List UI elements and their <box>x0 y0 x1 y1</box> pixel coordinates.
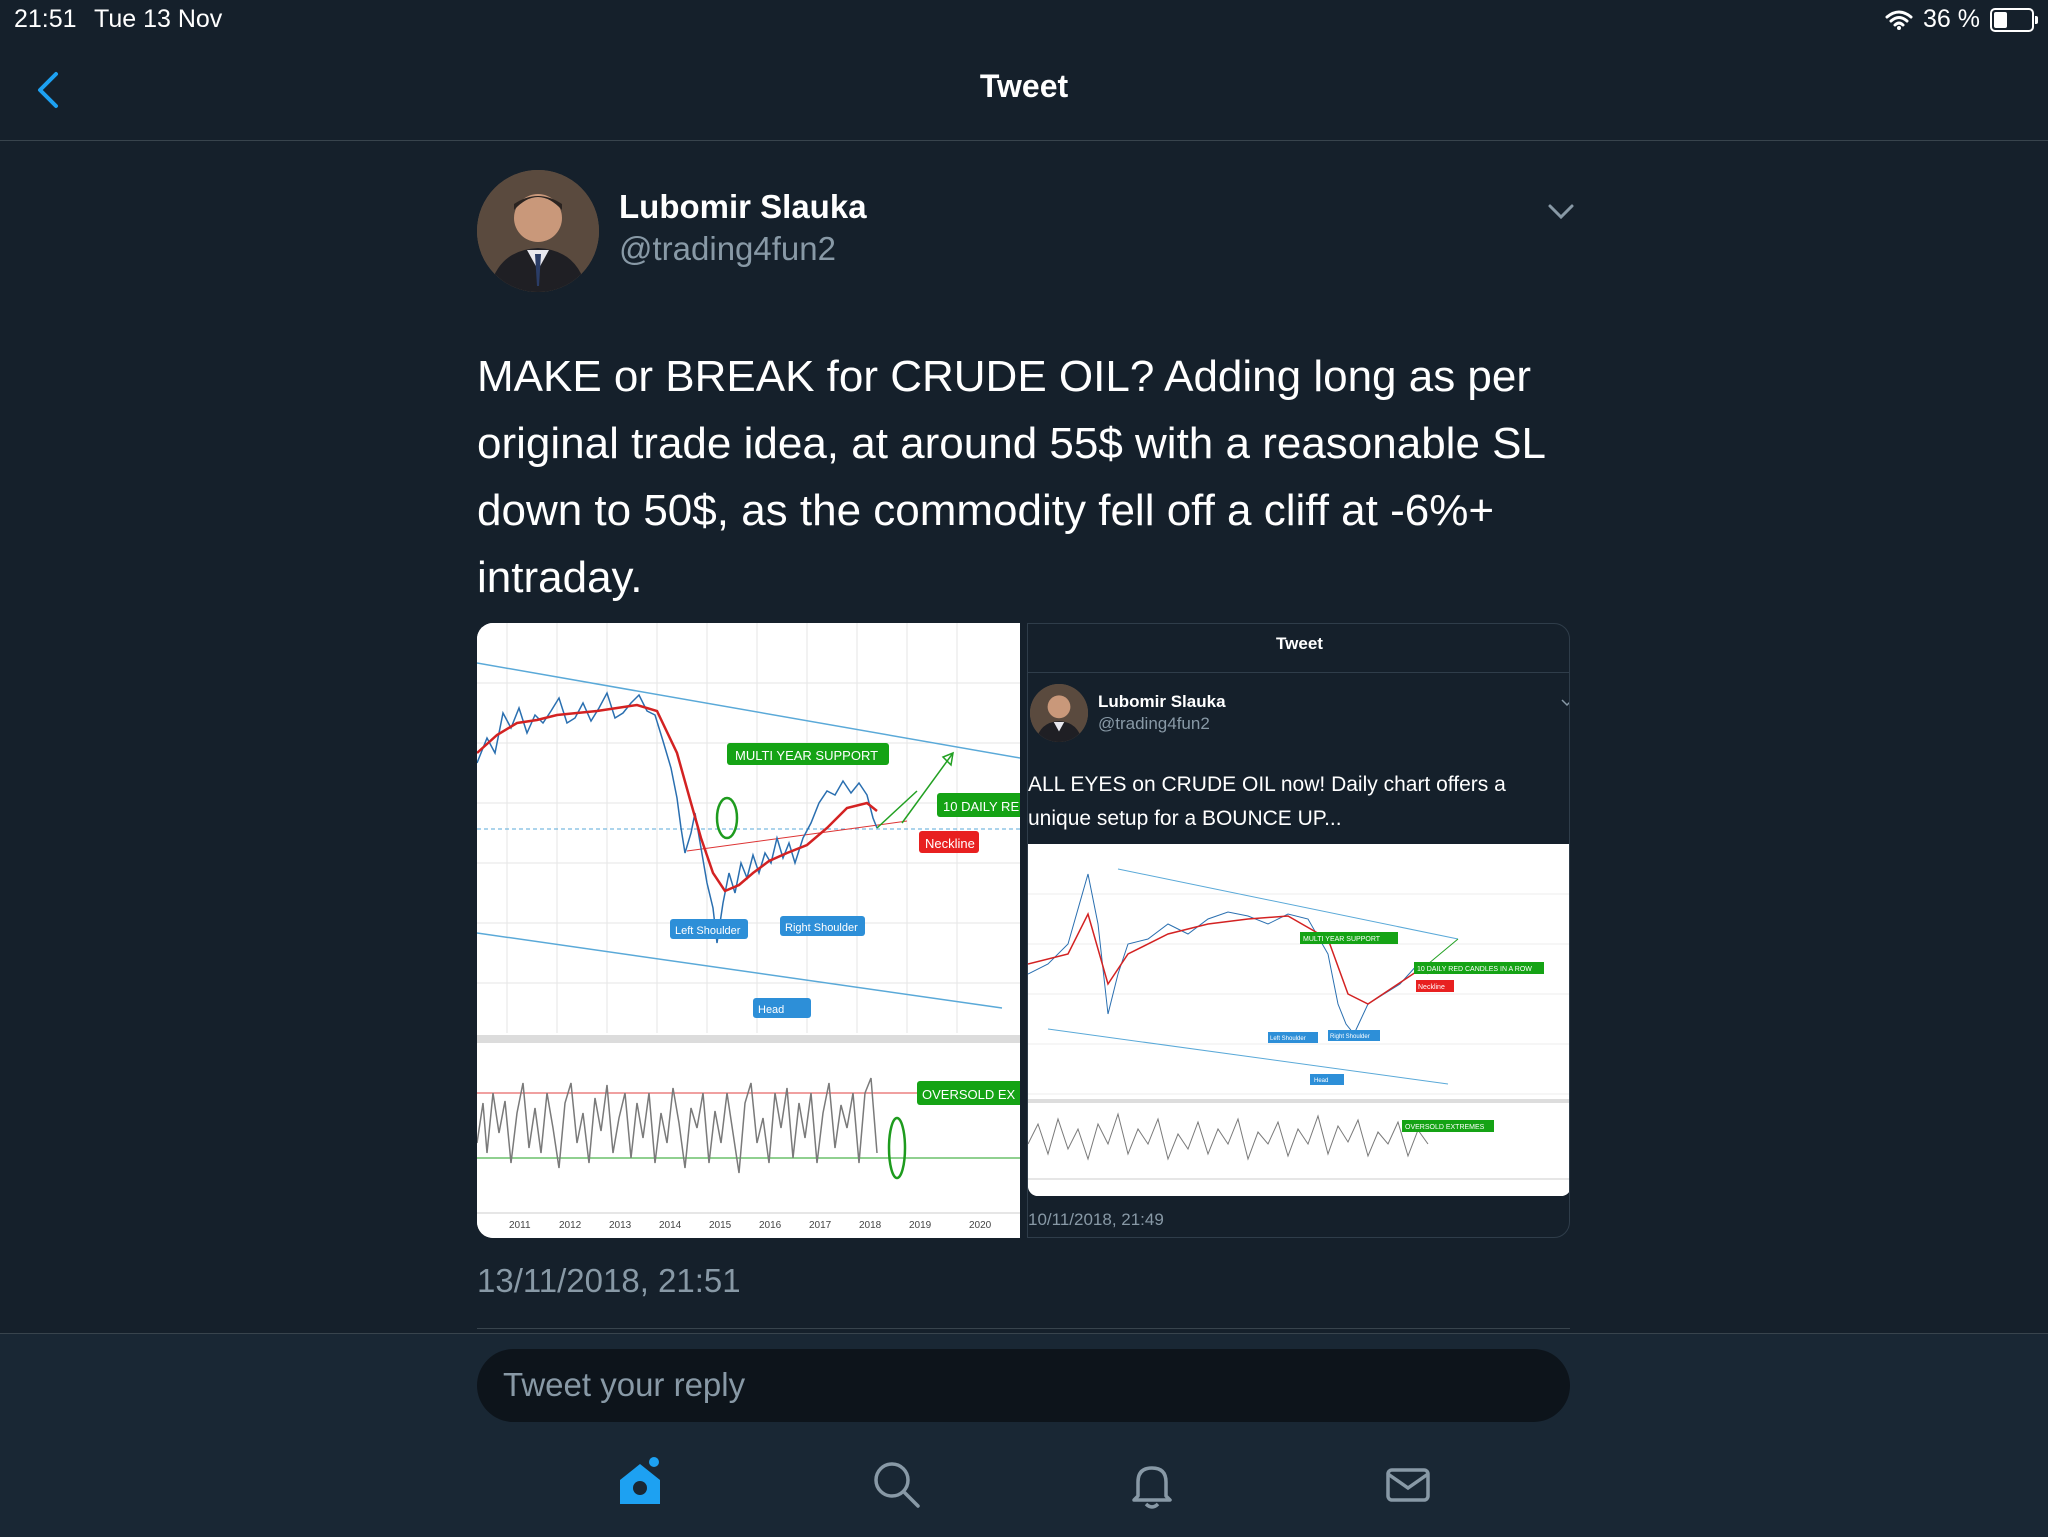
status-right: 36 % <box>1885 5 2038 34</box>
mail-icon[interactable] <box>1380 1456 1436 1512</box>
label-multi-year-support: MULTI YEAR SUPPORT <box>727 743 889 765</box>
embedded-author-name: Lubomir Slauka <box>1098 692 1226 711</box>
svg-text:Right Shoulder: Right Shoulder <box>785 922 858 934</box>
svg-text:2019: 2019 <box>909 1220 932 1231</box>
svg-text:Head: Head <box>758 1004 784 1016</box>
tweet-text: MAKE or BREAK for CRUDE OIL? Adding long… <box>477 352 1545 602</box>
tweet-image-chart[interactable]: MULTI YEAR SUPPORT 10 DAILY RE Neckline … <box>477 623 1020 1238</box>
svg-text:MULTI YEAR SUPPORT: MULTI YEAR SUPPORT <box>1303 936 1381 943</box>
battery-icon <box>1990 7 2038 32</box>
svg-text:OVERSOLD EXTREMES: OVERSOLD EXTREMES <box>1405 1124 1485 1131</box>
svg-text:2018: 2018 <box>859 1220 882 1231</box>
svg-text:10 DAILY RED CANDLES IN A ROW: 10 DAILY RED CANDLES IN A ROW <box>1417 966 1532 973</box>
svg-text:Neckline: Neckline <box>925 836 975 851</box>
svg-text:2013: 2013 <box>609 1220 632 1231</box>
svg-text:2016: 2016 <box>759 1220 782 1231</box>
search-icon[interactable] <box>868 1456 924 1512</box>
status-time: 21:51 <box>14 5 77 33</box>
svg-text:2020: 2020 <box>969 1220 992 1231</box>
svg-text:2017: 2017 <box>809 1220 832 1231</box>
embedded-chevron-down-icon <box>1561 699 1569 707</box>
svg-text:MULTI YEAR SUPPORT: MULTI YEAR SUPPORT <box>735 748 878 763</box>
svg-text:OVERSOLD EX: OVERSOLD EX <box>922 1087 1016 1102</box>
bell-icon[interactable] <box>1124 1456 1180 1512</box>
embedded-avatar <box>1030 684 1088 742</box>
page-title: Tweet <box>979 68 1069 104</box>
avatar[interactable] <box>477 170 599 292</box>
tweet-image-embedded-tweet[interactable]: Tweet Lubomir Slauka @trading4fun2 ALL E… <box>1027 623 1570 1238</box>
tweet-timestamp: 13/11/2018, 21:51 <box>477 1262 741 1299</box>
embedded-chart-image: MULTI YEAR SUPPORT 10 DAILY RED CANDLES … <box>1028 844 1569 1196</box>
svg-text:Left Shoulder: Left Shoulder <box>1270 1036 1306 1042</box>
chevron-down-icon[interactable] <box>1546 202 1576 222</box>
svg-text:2015: 2015 <box>709 1220 732 1231</box>
status-bar: 21:51 Tue 13 Nov 36 % <box>0 0 2048 38</box>
nav-bar: Tweet <box>0 38 2048 141</box>
svg-text:Neckline: Neckline <box>1418 984 1445 991</box>
author-handle[interactable]: @trading4fun2 <box>619 230 836 268</box>
svg-text:Left Shoulder: Left Shoulder <box>675 925 741 937</box>
home-icon[interactable] <box>612 1456 668 1512</box>
embedded-timestamp: 10/11/2018, 21:49 <box>1028 1210 1164 1229</box>
svg-text:2011: 2011 <box>509 1220 531 1231</box>
reply-placeholder: Tweet your reply <box>503 1366 746 1403</box>
battery-percent: 36 % <box>1923 5 1980 33</box>
status-date: Tue 13 Nov <box>94 5 223 33</box>
embedded-title: Tweet <box>1276 634 1323 653</box>
back-chevron-icon[interactable] <box>30 68 70 112</box>
wifi-icon <box>1885 10 1913 30</box>
embedded-text: ALL EYES on CRUDE OIL now! Daily chart o… <box>1028 773 1506 830</box>
embedded-author-handle: @trading4fun2 <box>1098 714 1210 733</box>
svg-text:2014: 2014 <box>659 1220 682 1231</box>
svg-text:2012: 2012 <box>559 1220 582 1231</box>
svg-text:Right Shoulder: Right Shoulder <box>1330 1034 1370 1040</box>
svg-text:10 DAILY RE: 10 DAILY RE <box>943 799 1019 814</box>
author-name[interactable]: Lubomir Slauka <box>619 188 867 226</box>
svg-text:Head: Head <box>1314 1078 1328 1084</box>
chart-image: MULTI YEAR SUPPORT 10 DAILY RE Neckline … <box>477 623 1020 1238</box>
